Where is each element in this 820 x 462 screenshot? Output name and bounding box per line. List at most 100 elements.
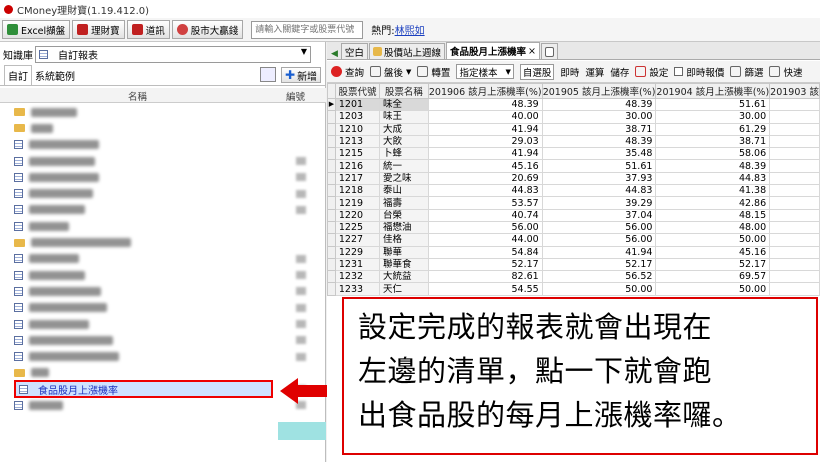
- row-indicator[interactable]: [327, 159, 336, 173]
- row-indicator[interactable]: [327, 233, 336, 247]
- stock-code-cell[interactable]: 1225: [334, 220, 381, 235]
- probability-cell[interactable]: 42.86: [655, 196, 771, 210]
- probability-cell[interactable]: 35.48: [541, 147, 657, 161]
- row-indicator[interactable]: [327, 134, 336, 149]
- probability-cell[interactable]: 37.93: [541, 171, 657, 186]
- quick-button[interactable]: 快速: [769, 65, 802, 79]
- probability-cell[interactable]: 39.29: [541, 196, 657, 210]
- probability-cell[interactable]: [769, 97, 820, 112]
- probability-cell[interactable]: 52.17: [427, 257, 543, 272]
- stock-code-cell[interactable]: 1201: [334, 97, 381, 112]
- col-header[interactable]: 201903 該: [769, 83, 820, 99]
- list-item[interactable]: [14, 218, 326, 234]
- stock-name-cell[interactable]: 聯華食: [379, 257, 429, 272]
- probability-cell[interactable]: 56.00: [541, 220, 657, 235]
- probability-cell[interactable]: 38.71: [541, 122, 657, 136]
- tab-custom[interactable]: 自訂: [4, 65, 32, 85]
- probability-cell[interactable]: [769, 147, 820, 161]
- tab-new[interactable]: [540, 43, 558, 59]
- list-item[interactable]: [14, 283, 326, 299]
- tab-blank[interactable]: 空白: [340, 43, 368, 59]
- row-indicator[interactable]: [327, 270, 336, 284]
- probability-cell[interactable]: [769, 282, 820, 296]
- close-icon[interactable]: ×: [528, 46, 536, 57]
- hot-link[interactable]: 林熙如: [395, 26, 425, 37]
- probability-cell[interactable]: 48.39: [427, 97, 543, 112]
- row-indicator[interactable]: [327, 184, 336, 198]
- stock-name-cell[interactable]: 味全: [379, 97, 429, 112]
- table-row[interactable]: 1210 大成 41.94 38.71 61.29: [327, 122, 820, 136]
- stock-name-cell[interactable]: 佳格: [379, 233, 429, 247]
- table-row[interactable]: 1225 福懋油 56.00 56.00 48.00: [327, 220, 820, 235]
- stock-code-cell[interactable]: 1218: [334, 184, 381, 198]
- list-item[interactable]: [14, 104, 326, 120]
- realtime-button[interactable]: 即時: [560, 65, 579, 79]
- stock-code-cell[interactable]: 1232: [334, 270, 381, 284]
- stock-name-cell[interactable]: 大成: [379, 122, 429, 136]
- table-row[interactable]: 1217 愛之味 20.69 37.93 44.83: [327, 171, 820, 186]
- probability-cell[interactable]: 52.17: [541, 257, 657, 272]
- probability-cell[interactable]: [769, 196, 820, 210]
- stock-code-cell[interactable]: 1213: [334, 134, 381, 149]
- probability-cell[interactable]: 56.52: [541, 270, 657, 284]
- stock-name-cell[interactable]: 大統益: [379, 270, 429, 284]
- stock-name-cell[interactable]: 統一: [379, 159, 429, 173]
- tab-weekly-line[interactable]: 股價站上週線: [368, 43, 445, 59]
- table-row[interactable]: 1203 味王 40.00 30.00 30.00: [327, 110, 820, 124]
- realtime-report-checkbox[interactable]: 即時報價: [674, 65, 724, 79]
- probability-cell[interactable]: 58.06: [655, 147, 771, 161]
- rotate-button[interactable]: 轉置: [417, 65, 450, 79]
- probability-cell[interactable]: 40.74: [427, 208, 543, 222]
- probability-cell[interactable]: 50.00: [655, 282, 771, 296]
- cmoney-button[interactable]: 理財寶: [72, 20, 125, 39]
- probability-cell[interactable]: 56.00: [427, 220, 543, 235]
- stock-name-cell[interactable]: 泰山: [379, 184, 429, 198]
- probability-cell[interactable]: 45.16: [427, 159, 543, 173]
- table-row[interactable]: 1218 泰山 44.83 44.83 41.38: [327, 184, 820, 198]
- probability-cell[interactable]: 29.03: [427, 134, 543, 149]
- list-item[interactable]: [14, 300, 326, 316]
- layout-dropdown[interactable]: 盤後 ▼: [370, 65, 411, 79]
- query-button[interactable]: 查詢: [331, 65, 364, 79]
- row-indicator[interactable]: [327, 196, 336, 210]
- stock-code-cell[interactable]: 1233: [334, 282, 381, 296]
- probability-cell[interactable]: [769, 134, 820, 149]
- stock-name-cell[interactable]: 聯華: [379, 245, 429, 259]
- table-row[interactable]: 1215 卜蜂 41.94 35.48 58.06: [327, 147, 820, 161]
- list-item[interactable]: [14, 234, 326, 250]
- custom-pick-button[interactable]: 自選股: [519, 63, 555, 80]
- stock-name-cell[interactable]: 味王: [379, 110, 429, 124]
- row-indicator[interactable]: [327, 171, 336, 186]
- col-header[interactable]: 201906 該月上漲機率(%): [427, 83, 543, 99]
- probability-cell[interactable]: 38.71: [655, 134, 771, 149]
- list-item[interactable]: [14, 137, 326, 153]
- stock-name-cell[interactable]: 愛之味: [379, 171, 429, 186]
- probability-cell[interactable]: 54.55: [427, 282, 543, 296]
- probability-cell[interactable]: 54.84: [427, 245, 543, 259]
- table-row[interactable]: 1233 天仁 54.55 50.00 50.00: [327, 282, 820, 296]
- table-row[interactable]: 1229 聯華 54.84 41.94 45.16: [327, 245, 820, 259]
- col-header[interactable]: 201905 該月上漲機率(%): [541, 83, 657, 99]
- list-item[interactable]: [14, 169, 326, 185]
- list-item[interactable]: [14, 316, 326, 332]
- stock-code-cell[interactable]: 1220: [334, 208, 381, 222]
- stock-win-button[interactable]: 股市大贏錢: [171, 20, 244, 39]
- list-item[interactable]: [14, 251, 326, 267]
- probability-cell[interactable]: 50.00: [655, 233, 771, 247]
- tab-system-examples[interactable]: 系統範例: [32, 66, 78, 85]
- filter-button[interactable]: 篩選: [730, 65, 763, 79]
- probability-cell[interactable]: 44.83: [655, 171, 771, 186]
- probability-cell[interactable]: 82.61: [427, 270, 543, 284]
- row-indicator[interactable]: [327, 257, 336, 272]
- search-input[interactable]: [251, 20, 364, 39]
- table-row[interactable]: 1227 佳格 44.00 56.00 50.00: [327, 233, 820, 247]
- probability-cell[interactable]: [769, 159, 820, 173]
- excel-button[interactable]: Excel擷盤: [2, 20, 71, 39]
- stock-code-cell[interactable]: 1231: [334, 257, 381, 272]
- probability-cell[interactable]: [769, 270, 820, 284]
- probability-cell[interactable]: [769, 171, 820, 186]
- probability-cell[interactable]: 41.38: [655, 184, 771, 198]
- row-indicator[interactable]: [327, 110, 336, 124]
- row-indicator[interactable]: [327, 282, 336, 296]
- table-row[interactable]: 1232 大統益 82.61 56.52 69.57: [327, 270, 820, 284]
